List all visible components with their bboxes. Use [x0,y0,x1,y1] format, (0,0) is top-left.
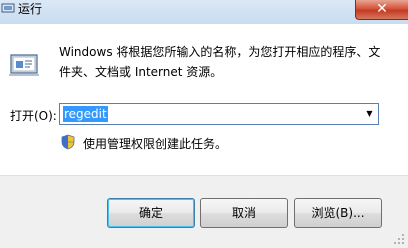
resize-grip-icon[interactable] [392,232,406,246]
close-icon: ✕ [376,1,388,17]
cancel-button[interactable]: 取消 [200,198,288,228]
chevron-down-icon[interactable]: ▼ [361,104,378,124]
open-label: 打开(O): [10,109,57,123]
uac-shield-icon [61,134,75,150]
run-app-icon [1,3,15,13]
open-input[interactable]: regedit [63,106,108,122]
browse-button[interactable]: 浏览(B)... [294,198,382,228]
ok-button[interactable]: 确定 [107,198,195,228]
run-dialog: 运行 ✕ Windows 将根据您所输入的名称，为您打开相应的程序、文件夹、文档… [0,0,408,248]
open-combobox[interactable]: regedit ▼ [59,103,379,125]
window-title: 运行 [18,2,43,16]
run-program-icon [9,54,39,76]
admin-privilege-note: 使用管理权限创建此任务。 [83,137,228,151]
dialog-description: Windows 将根据您所输入的名称，为您打开相应的程序、文件夹、文档或 Int… [59,45,381,79]
close-button[interactable]: ✕ [355,0,408,20]
title-bar[interactable]: 运行 ✕ [0,0,408,24]
